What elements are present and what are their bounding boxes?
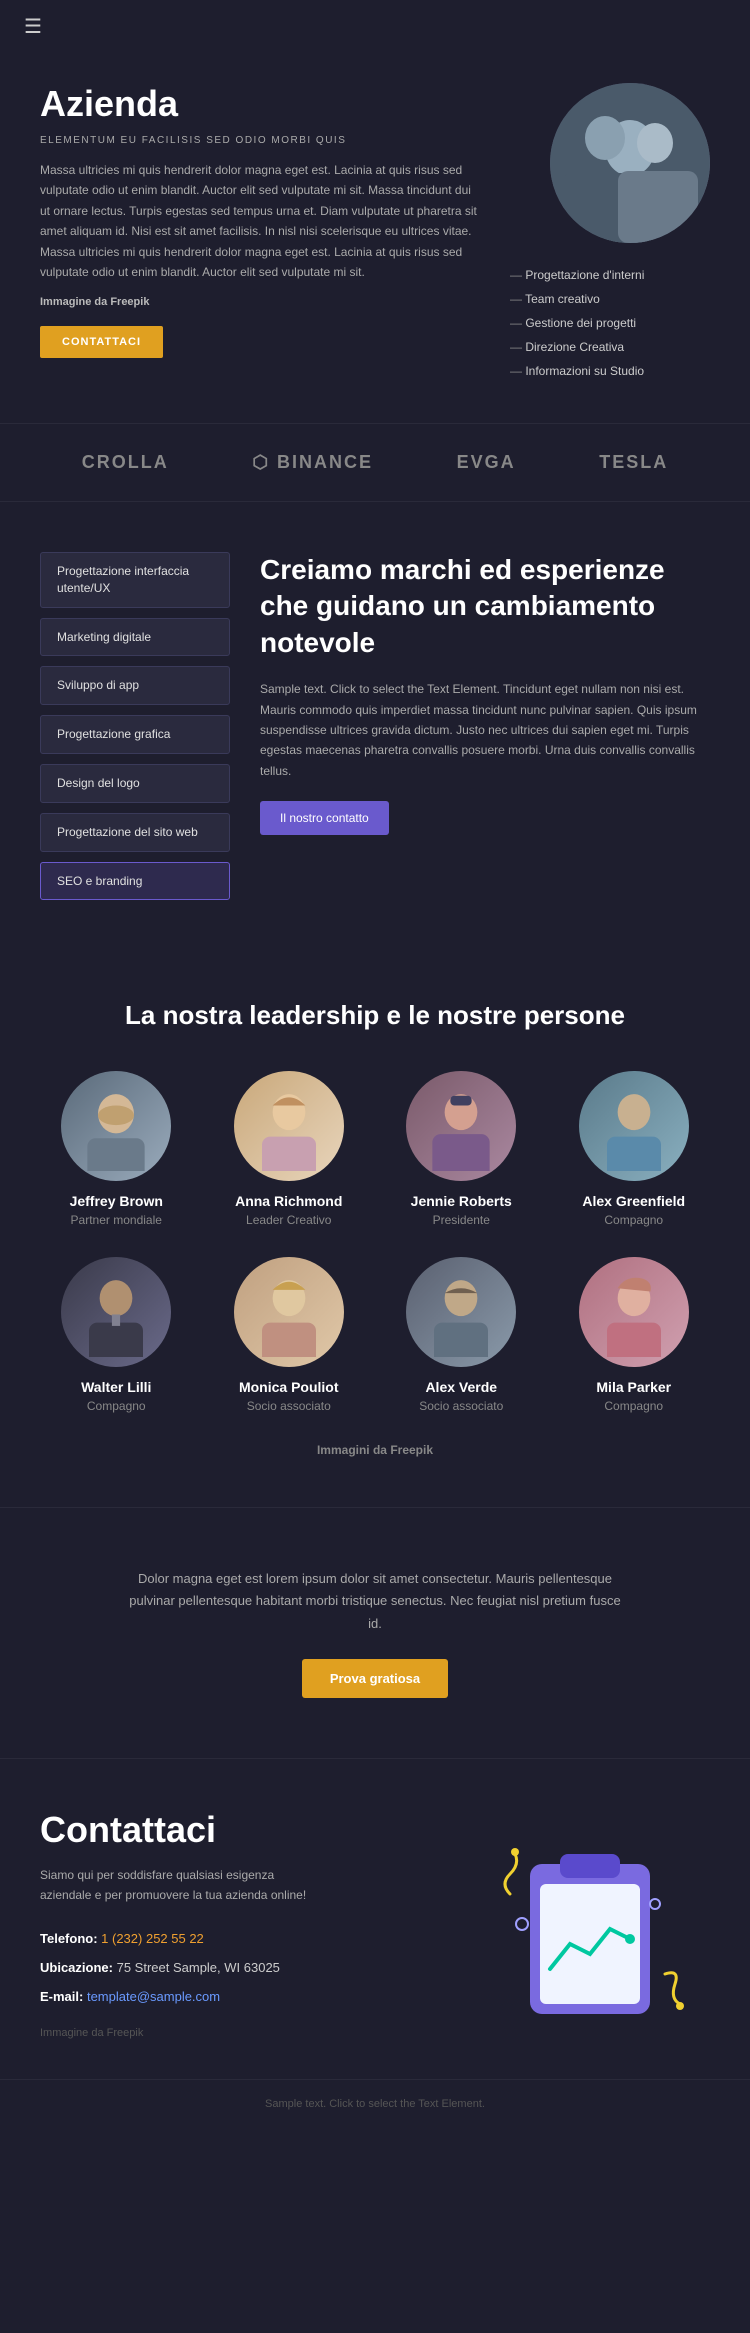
contact-illustration	[470, 1809, 710, 2040]
member-role-alex-v: Socio associato	[385, 1399, 538, 1413]
contact-phone: Telefono: 1 (232) 252 55 22	[40, 1925, 440, 1954]
member-role-jennie: Presidente	[385, 1213, 538, 1227]
service-btn-web[interactable]: Progettazione del sito web	[40, 813, 230, 852]
cta-body: Dolor magna eget est lorem ipsum dolor s…	[125, 1568, 625, 1634]
cta-button[interactable]: Prova gratiosa	[302, 1659, 448, 1698]
avatar-mila	[579, 1257, 689, 1367]
service-btn-logo[interactable]: Design del logo	[40, 764, 230, 803]
team-credit: Immagini da Freepik	[40, 1443, 710, 1457]
brands-section: CROLLA ⬡ BINANCE EVGA TESLA	[0, 423, 750, 502]
team-member-monica: Monica Pouliot Socio associato	[213, 1257, 366, 1413]
team-member-walter: Walter Lilli Compagno	[40, 1257, 193, 1413]
hero-image	[550, 83, 710, 243]
list-item: Gestione dei progetti	[510, 311, 644, 335]
member-role-mila: Compagno	[558, 1399, 711, 1413]
team-member-alex-g: Alex Greenfield Compagno	[558, 1071, 711, 1227]
hero-visual: Progettazione d'interni Team creativo Ge…	[510, 83, 710, 383]
team-member-mila: Mila Parker Compagno	[558, 1257, 711, 1413]
member-name-jeffrey: Jeffrey Brown	[40, 1193, 193, 1209]
member-name-alex-v: Alex Verde	[385, 1379, 538, 1395]
contact-body: Siamo qui per soddisfare qualsiasi esige…	[40, 1865, 320, 1906]
hero-credit: Immagine da Freepik	[40, 296, 480, 308]
hero-body: Massa ultricies mi quis hendrerit dolor …	[40, 160, 480, 282]
service-btn-marketing[interactable]: Marketing digitale	[40, 618, 230, 657]
member-name-mila: Mila Parker	[558, 1379, 711, 1395]
list-item: Informazioni su Studio	[510, 359, 644, 383]
contact-section: Contattaci Siamo qui per soddisfare qual…	[0, 1758, 750, 2080]
hero-list: Progettazione d'interni Team creativo Ge…	[510, 263, 644, 383]
services-menu: Progettazione interfaccia utente/UX Mark…	[40, 552, 230, 900]
member-name-alex-g: Alex Greenfield	[558, 1193, 711, 1209]
avatar-alex-v	[406, 1257, 516, 1367]
contact-credit: Immagine da Freepik	[40, 2027, 440, 2039]
service-btn-grafica[interactable]: Progettazione grafica	[40, 715, 230, 754]
brand-tesla: TESLA	[599, 452, 668, 473]
contact-email: E-mail: template@sample.com	[40, 1983, 440, 2012]
service-btn-ui[interactable]: Progettazione interfaccia utente/UX	[40, 552, 230, 608]
member-name-anna: Anna Richmond	[213, 1193, 366, 1209]
services-heading: Creiamo marchi ed esperienze che guidano…	[260, 552, 710, 661]
footer: Sample text. Click to select the Text El…	[0, 2079, 750, 2128]
team-member-jennie: Jennie Roberts Presidente	[385, 1071, 538, 1227]
member-role-walter: Compagno	[40, 1399, 193, 1413]
hero-content: Azienda ELEMENTUM EU FACILISIS SED ODIO …	[40, 83, 480, 383]
contact-button[interactable]: CONTATTACI	[40, 326, 163, 358]
member-name-walter: Walter Lilli	[40, 1379, 193, 1395]
hero-section: Azienda ELEMENTUM EU FACILISIS SED ODIO …	[0, 53, 750, 423]
service-btn-app[interactable]: Sviluppo di app	[40, 666, 230, 705]
member-name-monica: Monica Pouliot	[213, 1379, 366, 1395]
hamburger-icon[interactable]: ☰	[24, 14, 42, 39]
list-item: Team creativo	[510, 287, 644, 311]
contact-content: Contattaci Siamo qui per soddisfare qual…	[40, 1809, 440, 2040]
team-grid: Jeffrey Brown Partner mondiale Anna Rich…	[40, 1071, 710, 1413]
avatar-jennie	[406, 1071, 516, 1181]
contact-address: Ubicazione: 75 Street Sample, WI 63025	[40, 1954, 440, 1983]
member-name-jennie: Jennie Roberts	[385, 1193, 538, 1209]
list-item: Progettazione d'interni	[510, 263, 644, 287]
avatar-anna	[234, 1071, 344, 1181]
services-contact-button[interactable]: Il nostro contatto	[260, 801, 389, 835]
brand-evga: EVGA	[457, 452, 516, 473]
contact-title: Contattaci	[40, 1809, 440, 1851]
team-member-jeffrey: Jeffrey Brown Partner mondiale	[40, 1071, 193, 1227]
member-role-jeffrey: Partner mondiale	[40, 1213, 193, 1227]
hero-subtitle: ELEMENTUM EU FACILISIS SED ODIO MORBI QU…	[40, 135, 480, 146]
team-member-alex-v: Alex Verde Socio associato	[385, 1257, 538, 1413]
cta-section: Dolor magna eget est lorem ipsum dolor s…	[0, 1507, 750, 1757]
services-body: Sample text. Click to select the Text El…	[260, 679, 710, 781]
services-content: Creiamo marchi ed esperienze che guidano…	[260, 552, 710, 900]
service-btn-seo[interactable]: SEO e branding	[40, 862, 230, 901]
avatar-alex-g	[579, 1071, 689, 1181]
avatar-jeffrey	[61, 1071, 171, 1181]
contact-details: Telefono: 1 (232) 252 55 22 Ubicazione: …	[40, 1925, 440, 2011]
member-role-anna: Leader Creativo	[213, 1213, 366, 1227]
leadership-title: La nostra leadership e le nostre persone	[40, 1000, 710, 1031]
member-role-monica: Socio associato	[213, 1399, 366, 1413]
services-section: Progettazione interfaccia utente/UX Mark…	[0, 502, 750, 950]
team-member-anna: Anna Richmond Leader Creativo	[213, 1071, 366, 1227]
member-role-alex-g: Compagno	[558, 1213, 711, 1227]
list-item: Direzione Creativa	[510, 335, 644, 359]
brand-crolla: CROLLA	[82, 452, 169, 473]
hero-title: Azienda	[40, 83, 480, 125]
navigation: ☰	[0, 0, 750, 53]
avatar-monica	[234, 1257, 344, 1367]
footer-text: Sample text. Click to select the Text El…	[40, 2098, 710, 2110]
leadership-section: La nostra leadership e le nostre persone…	[0, 950, 750, 1507]
brand-binance: ⬡ BINANCE	[252, 452, 373, 473]
avatar-walter	[61, 1257, 171, 1367]
